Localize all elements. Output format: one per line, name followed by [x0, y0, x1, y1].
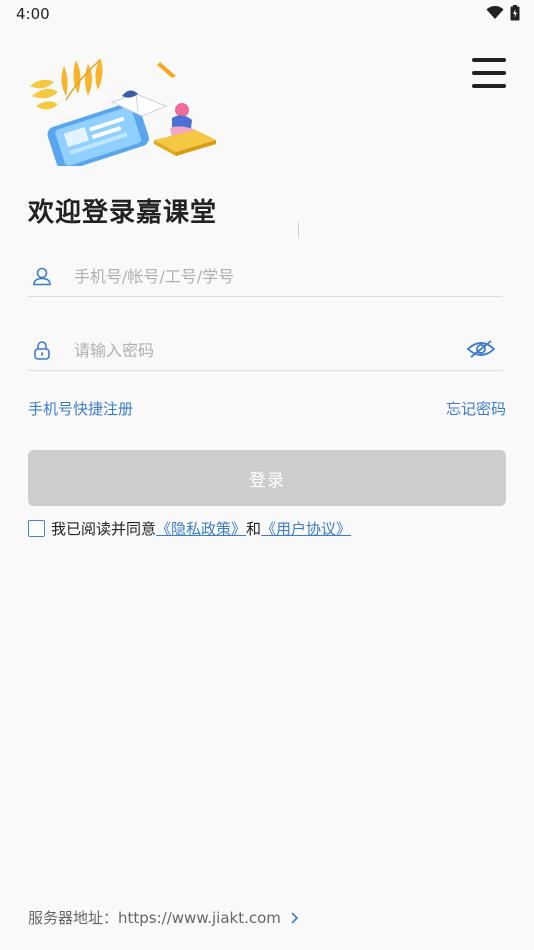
quick-register-link[interactable]: 手机号快捷注册	[28, 398, 133, 419]
menu-button[interactable]	[472, 58, 506, 88]
server-label: 服务器地址：	[28, 909, 119, 927]
agreement-prefix: 我已阅读并同意	[51, 520, 157, 538]
agreement-row: 我已阅读并同意 《隐私政策》 和 《用户协议》	[28, 518, 351, 539]
lock-icon	[34, 341, 50, 360]
password-input[interactable]	[72, 336, 456, 364]
chevron-right-icon	[291, 911, 299, 924]
agreement-conjunction: 和	[246, 520, 262, 538]
server-url: https://www.jiakt.com	[118, 908, 281, 927]
user-agreement-link[interactable]: 《用户协议》	[261, 518, 351, 539]
login-button[interactable]: 登录	[28, 450, 506, 506]
account-field	[28, 256, 502, 297]
text-cursor	[298, 222, 299, 238]
hero-illustration	[30, 58, 216, 166]
user-icon	[33, 267, 51, 286]
page-title: 欢迎登录嘉课堂	[28, 198, 218, 228]
account-input[interactable]	[72, 262, 456, 290]
server-address[interactable]: 服务器地址： https://www.jiakt.com	[28, 907, 299, 928]
status-icons	[486, 5, 520, 21]
eye-hidden-icon[interactable]	[466, 338, 496, 360]
wifi-icon	[486, 6, 504, 19]
battery-icon	[510, 5, 520, 21]
password-field	[28, 330, 502, 371]
status-time: 4:00	[16, 5, 50, 23]
forgot-password-link[interactable]: 忘记密码	[446, 398, 506, 419]
privacy-policy-link[interactable]: 《隐私政策》	[156, 518, 246, 539]
agreement-checkbox[interactable]	[28, 520, 45, 537]
status-bar: 4:00	[0, 0, 534, 28]
